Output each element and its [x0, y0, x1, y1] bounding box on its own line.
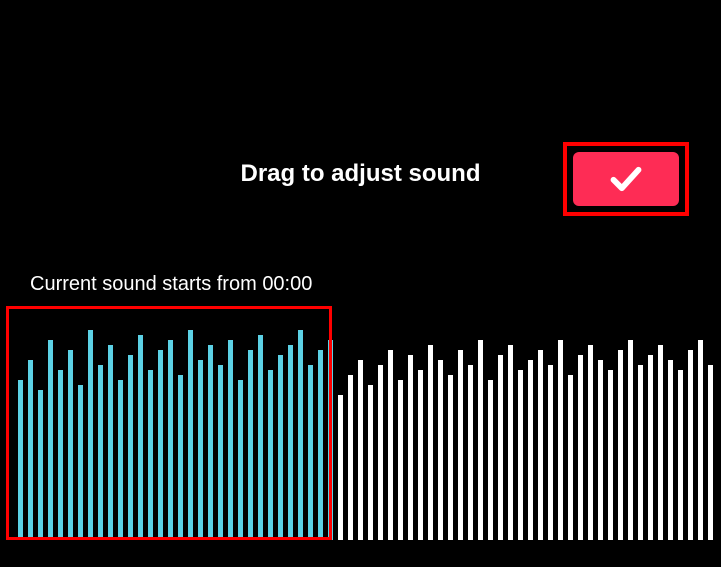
waveform-bar: [658, 345, 663, 540]
waveform-bar: [108, 345, 113, 540]
waveform-bar: [218, 365, 223, 540]
waveform-bar: [98, 365, 103, 540]
waveform-bar: [688, 350, 693, 540]
waveform-bar: [378, 365, 383, 540]
waveform-bar: [208, 345, 213, 540]
waveform-bar: [58, 370, 63, 540]
waveform-bar: [298, 330, 303, 540]
sound-start-prefix: Current sound starts from: [30, 273, 262, 295]
waveform-bar: [268, 370, 273, 540]
waveform-bar: [708, 365, 713, 540]
waveform-bar: [168, 340, 173, 540]
waveform-bar: [288, 345, 293, 540]
waveform-bar: [38, 390, 43, 540]
waveform-bar: [578, 355, 583, 540]
waveform[interactable]: [10, 312, 721, 540]
waveform-bar: [588, 345, 593, 540]
waveform-bar: [608, 370, 613, 540]
waveform-bar: [468, 365, 473, 540]
waveform-bar: [48, 340, 53, 540]
waveform-bar: [648, 355, 653, 540]
confirm-button[interactable]: [573, 152, 679, 206]
waveform-bar: [638, 365, 643, 540]
waveform-bar: [68, 350, 73, 540]
waveform-bar: [438, 360, 443, 540]
waveform-bar: [668, 360, 673, 540]
confirm-button-highlight: [563, 142, 689, 216]
page-title: Drag to adjust sound: [241, 160, 481, 188]
waveform-bar: [558, 340, 563, 540]
waveform-bar: [78, 385, 83, 540]
waveform-bar: [458, 350, 463, 540]
waveform-bar: [548, 365, 553, 540]
waveform-bar: [598, 360, 603, 540]
waveform-bar: [18, 380, 23, 540]
check-icon: [606, 159, 646, 199]
waveform-bar: [368, 385, 373, 540]
waveform-bar: [148, 370, 153, 540]
waveform-bar: [178, 375, 183, 540]
waveform-bar: [138, 335, 143, 540]
waveform-container[interactable]: [10, 312, 721, 540]
sound-start-label: Current sound starts from 00:00: [30, 273, 312, 296]
sound-start-time: 00:00: [262, 273, 312, 295]
waveform-bar: [398, 380, 403, 540]
waveform-bar: [508, 345, 513, 540]
waveform-bar: [418, 370, 423, 540]
waveform-bar: [228, 340, 233, 540]
waveform-bar: [278, 355, 283, 540]
waveform-bar: [328, 340, 333, 540]
waveform-bar: [428, 345, 433, 540]
waveform-bar: [318, 350, 323, 540]
waveform-bar: [528, 360, 533, 540]
waveform-bar: [28, 360, 33, 540]
waveform-bar: [308, 365, 313, 540]
waveform-bar: [448, 375, 453, 540]
waveform-bar: [88, 330, 93, 540]
waveform-bar: [678, 370, 683, 540]
waveform-bar: [408, 355, 413, 540]
waveform-bar: [238, 380, 243, 540]
waveform-bar: [248, 350, 253, 540]
waveform-bar: [478, 340, 483, 540]
waveform-bar: [128, 355, 133, 540]
waveform-bar: [348, 375, 353, 540]
waveform-bar: [118, 380, 123, 540]
waveform-bar: [198, 360, 203, 540]
waveform-bar: [518, 370, 523, 540]
waveform-bar: [538, 350, 543, 540]
waveform-bar: [698, 340, 703, 540]
waveform-bar: [628, 340, 633, 540]
waveform-bar: [618, 350, 623, 540]
waveform-bar: [568, 375, 573, 540]
waveform-bar: [258, 335, 263, 540]
waveform-bar: [338, 395, 343, 540]
waveform-bar: [188, 330, 193, 540]
waveform-bar: [498, 355, 503, 540]
waveform-bar: [158, 350, 163, 540]
waveform-bar: [388, 350, 393, 540]
waveform-bar: [358, 360, 363, 540]
waveform-bar: [488, 380, 493, 540]
